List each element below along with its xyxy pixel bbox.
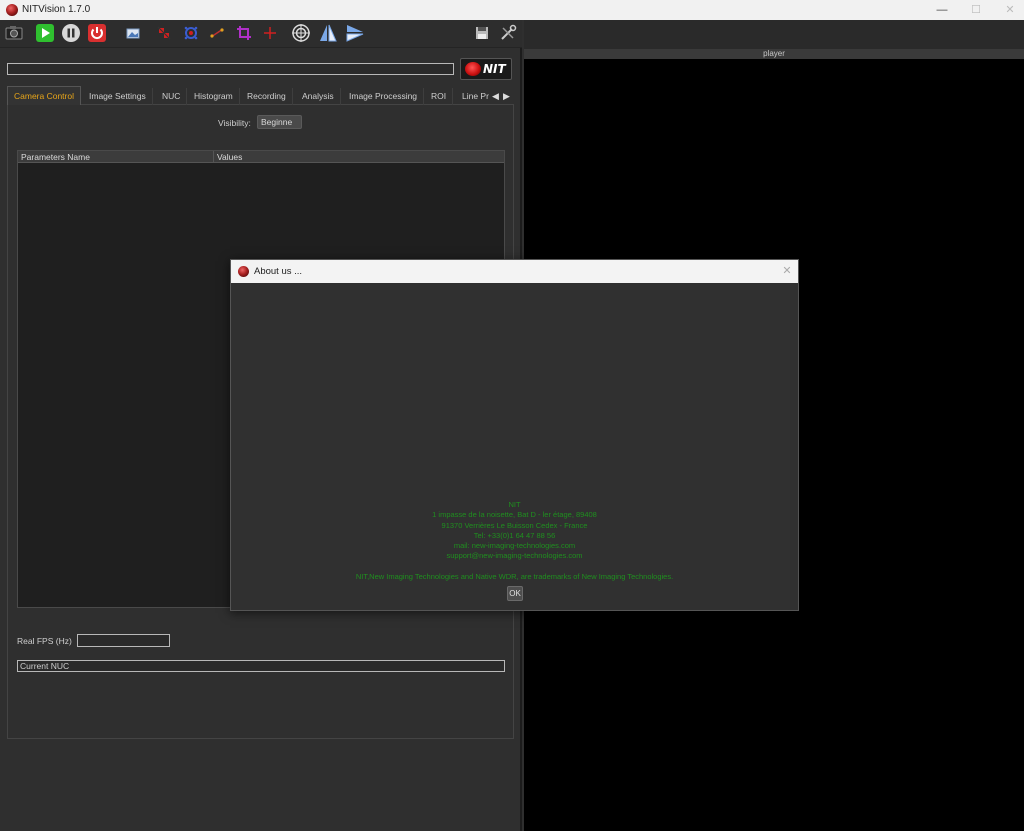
image-icon[interactable] — [123, 23, 143, 43]
about-dialog: About us ... ✕ NIT 1 impasse de la noise… — [230, 259, 799, 611]
tab-roi[interactable]: ROI — [425, 88, 454, 105]
tab-line-profile[interactable]: Line Pr — [456, 88, 492, 105]
real-fps-label: Real FPS (Hz) — [17, 636, 72, 646]
rotate-icon[interactable] — [345, 23, 365, 43]
status-path-bar — [7, 63, 454, 75]
tab-image-processing[interactable]: Image Processing — [343, 88, 425, 105]
nit-logo: NIT — [460, 58, 512, 80]
tab-image-settings[interactable]: Image Settings — [83, 88, 153, 105]
table-header: Parameters Name Values — [18, 151, 504, 163]
address-line-1: 1 impasse de la noisette, Bat D - ler ét… — [432, 510, 597, 520]
dialog-title: About us ... — [254, 266, 303, 277]
camera-icon[interactable] — [4, 23, 24, 43]
save-icon[interactable] — [472, 23, 492, 43]
ok-button[interactable]: OK — [507, 586, 523, 601]
toolbar — [0, 20, 522, 48]
player-toolbar — [524, 20, 1024, 49]
dialog-close-button[interactable]: ✕ — [780, 264, 794, 278]
bad-pixel-icon[interactable] — [181, 23, 201, 43]
address-line-2: 91370 Verrières Le Buisson Cedex - Franc… — [441, 520, 588, 530]
app-logo-icon — [238, 266, 249, 277]
tab-analysis[interactable]: Analysis — [296, 88, 341, 105]
trademark-notice: NIT,New Imaging Technologies and Native … — [355, 571, 674, 581]
tab-scroll-right-icon[interactable]: ▶ — [502, 89, 511, 103]
tab-bar: Camera Control Image Settings NUC Histog… — [7, 86, 514, 105]
tab-recording[interactable]: Recording — [241, 88, 293, 105]
line-profile-icon[interactable] — [207, 23, 227, 43]
player-title: player — [524, 49, 1024, 59]
flip-vertical-icon[interactable] — [318, 23, 338, 43]
power-icon[interactable] — [87, 23, 107, 43]
settings-tools-icon[interactable] — [498, 23, 518, 43]
play-icon[interactable] — [35, 23, 55, 43]
minimize-button[interactable]: — — [928, 2, 956, 18]
company-name: NIT — [508, 500, 521, 509]
nit-logo-icon — [465, 62, 481, 76]
phone-line: Tel: +33(0)1 64 47 88 56 — [473, 530, 556, 540]
crosshair-icon[interactable] — [260, 23, 280, 43]
tab-scroll-left-icon[interactable]: ◀ — [491, 89, 500, 103]
maximize-button[interactable]: ☐ — [962, 2, 990, 18]
visibility-label: Visibility: — [218, 118, 251, 128]
about-text: NIT 1 impasse de la noisette, Bat D - le… — [231, 500, 798, 582]
website-line: mail: new-imaging-technologies.com — [453, 541, 576, 551]
column-header-parameters-name[interactable]: Parameters Name — [18, 151, 214, 163]
app-logo-icon — [6, 4, 18, 16]
close-button[interactable]: ✕ — [996, 2, 1024, 18]
crop-icon[interactable] — [234, 23, 254, 43]
column-header-values[interactable]: Values — [214, 151, 504, 163]
tab-histogram[interactable]: Histogram — [188, 88, 240, 105]
current-nuc-field: Current NUC — [17, 660, 505, 672]
window-title: NITVision 1.7.0 — [22, 4, 91, 15]
pause-icon[interactable] — [61, 23, 81, 43]
support-email-line: support@new-imaging-technologies.com — [446, 551, 583, 561]
dialog-title-bar: About us ... ✕ — [231, 260, 798, 283]
real-fps-field — [77, 634, 170, 647]
title-bar: NITVision 1.7.0 — ☐ ✕ — [0, 0, 1024, 20]
tab-camera-control[interactable]: Camera Control — [7, 86, 81, 105]
target-icon[interactable] — [291, 23, 311, 43]
pixel-select-icon[interactable] — [154, 23, 174, 43]
visibility-dropdown[interactable]: Beginne — [257, 115, 302, 129]
tab-nuc[interactable]: NUC — [156, 88, 188, 105]
